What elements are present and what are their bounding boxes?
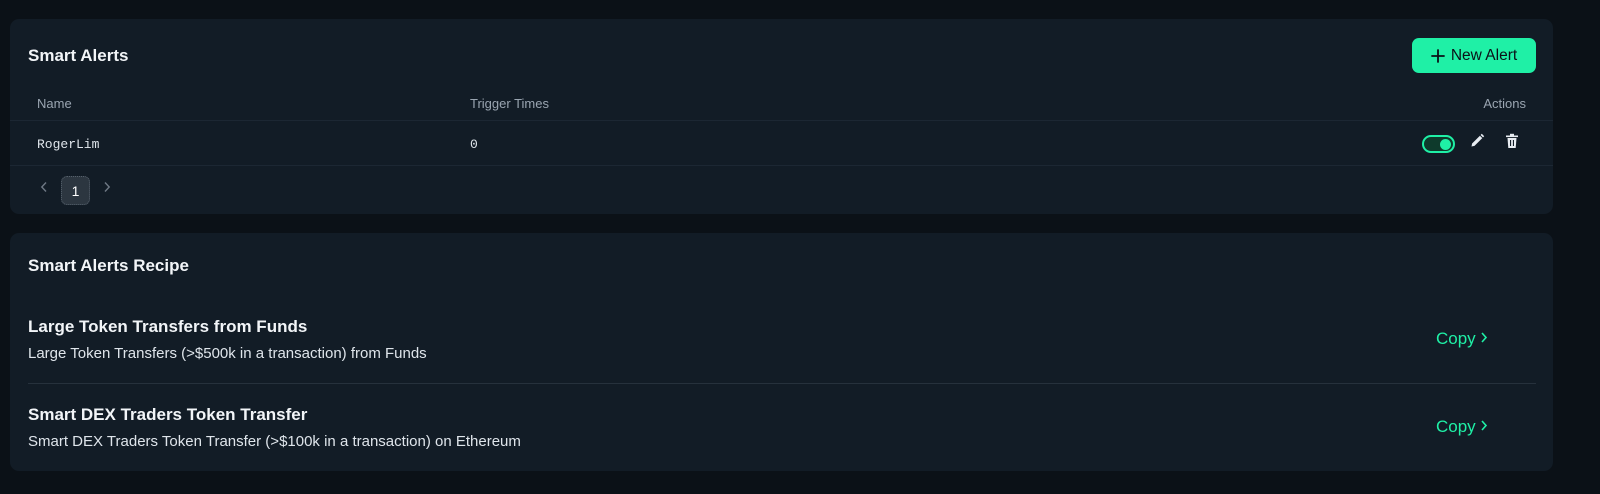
plus-icon [1430,48,1445,63]
smart-alerts-recipe-card: Smart Alerts Recipe Large Token Transfer… [10,233,1553,471]
copy-recipe-button[interactable]: Copy [1436,417,1488,437]
recipe-title: Smart DEX Traders Token Transfer [28,405,308,424]
delete-alert-button[interactable] [1503,133,1521,154]
copy-recipe-button[interactable]: Copy [1436,329,1488,349]
toggle-knob [1440,139,1451,150]
recipe-divider [28,383,1536,384]
chevron-left-icon [40,180,48,198]
chevron-right-icon [1480,417,1488,437]
alert-name-cell: RogerLim [37,137,100,152]
trigger-times-cell: 0 [470,137,478,152]
table-divider [10,165,1553,166]
new-alert-button[interactable]: New Alert [1412,38,1536,73]
recipe-section-title: Smart Alerts Recipe [28,256,189,275]
pencil-icon [1469,133,1485,154]
edit-alert-button[interactable] [1468,133,1486,154]
alert-enabled-toggle[interactable] [1422,135,1455,153]
copy-label: Copy [1436,417,1476,436]
smart-alerts-card: Smart Alerts New Alert Name Trigger Time… [10,19,1553,214]
column-header-trigger-times: Trigger Times [470,96,549,111]
recipe-description: Large Token Transfers (>$500k in a trans… [28,345,427,362]
previous-page-button[interactable] [37,181,51,197]
recipe-item: Large Token Transfers from Funds Large T… [28,313,1536,383]
recipe-title: Large Token Transfers from Funds [28,317,308,336]
recipe-item: Smart DEX Traders Token Transfer Smart D… [28,401,1536,471]
recipe-description: Smart DEX Traders Token Transfer (>$100k… [28,433,521,450]
copy-label: Copy [1436,329,1476,348]
smart-alerts-title: Smart Alerts [28,46,129,65]
column-header-name: Name [37,96,72,111]
next-page-button[interactable] [100,181,114,197]
table-divider [10,120,1553,121]
trash-icon [1505,133,1519,154]
column-header-actions: Actions [1483,96,1526,111]
page-number-button[interactable]: 1 [61,176,90,205]
new-alert-label: New Alert [1450,46,1518,64]
chevron-right-icon [103,180,111,198]
chevron-right-icon [1480,329,1488,349]
